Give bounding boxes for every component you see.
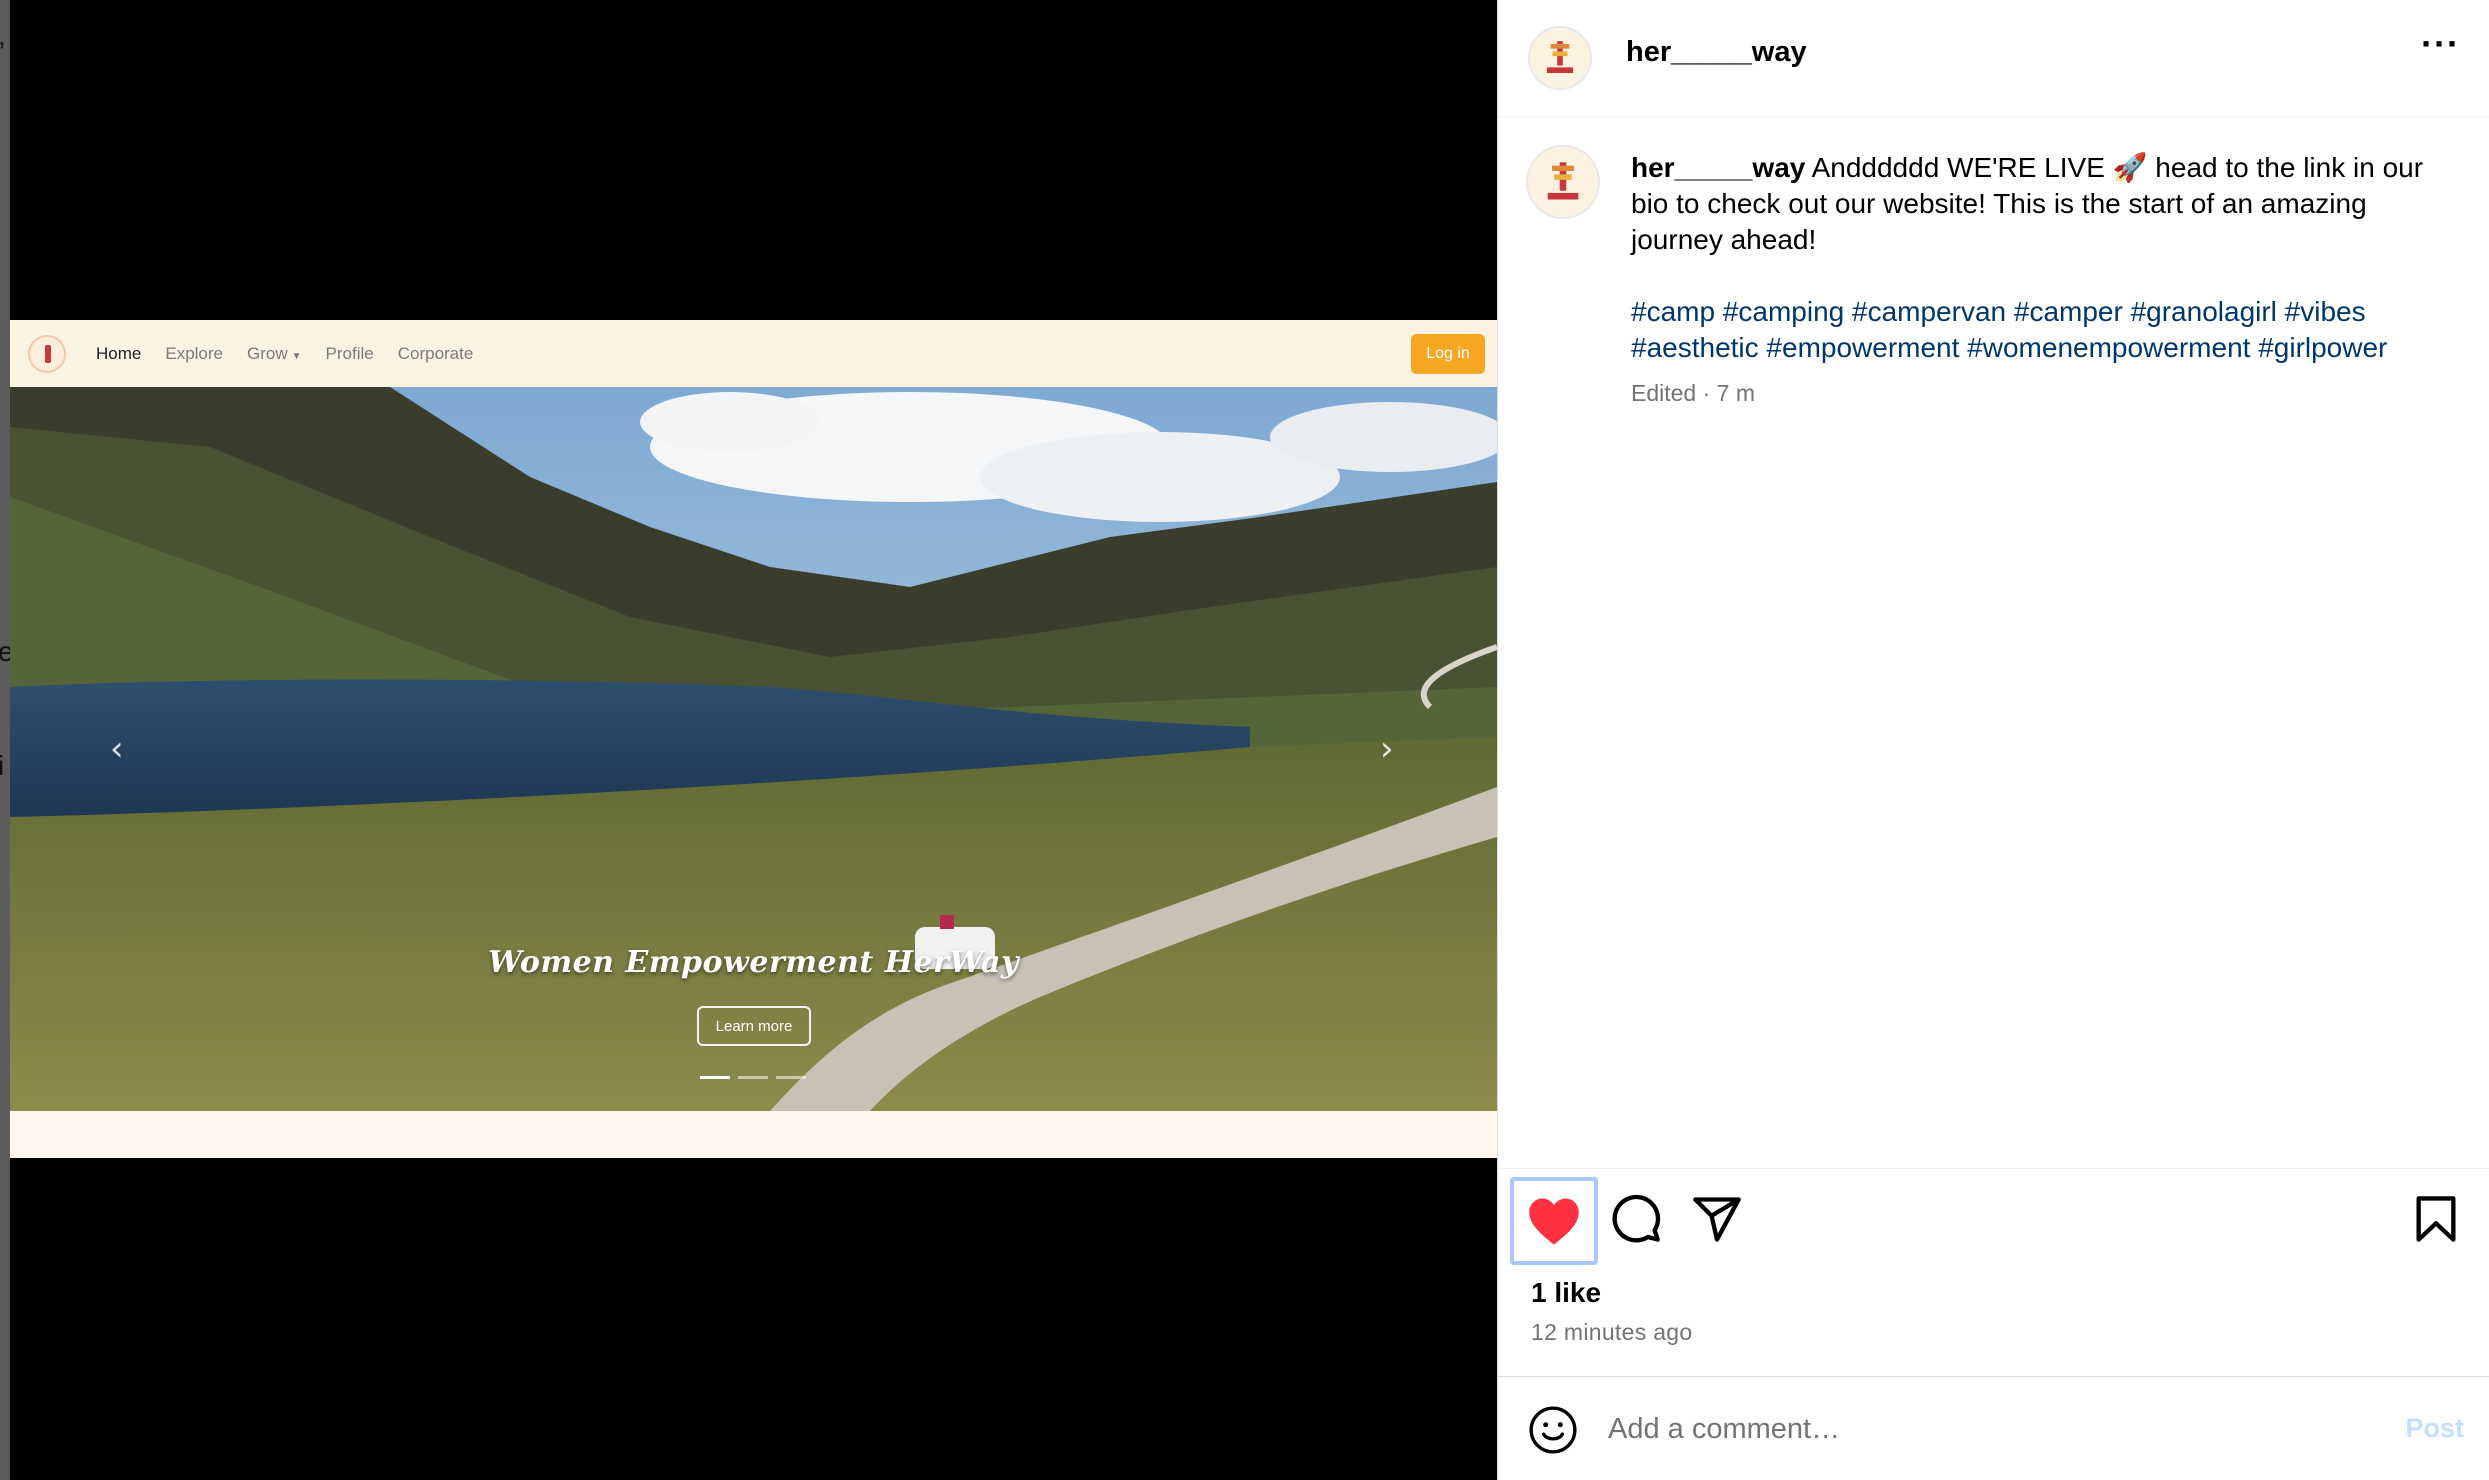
website-login-button: Log in bbox=[1411, 334, 1485, 374]
comment-icon[interactable] bbox=[1610, 1193, 1662, 1245]
post-username[interactable]: her_____way bbox=[1626, 36, 1807, 69]
nav-link-home: Home bbox=[96, 343, 142, 363]
post-actions: 1 like 12 minutes ago bbox=[1498, 1168, 2489, 1378]
herway-logo-icon bbox=[1531, 29, 1589, 87]
more-horizontal-icon[interactable]: ··· bbox=[2421, 26, 2460, 62]
nav-link-grow-label: Grow bbox=[247, 343, 288, 363]
send-icon[interactable] bbox=[1691, 1193, 1743, 1245]
caption-username[interactable]: her_____way bbox=[1631, 152, 1805, 183]
website-hero: ‹ › Women Empowerment HerWay Learn more bbox=[10, 387, 1497, 1111]
carousel-dot bbox=[738, 1076, 768, 1079]
carousel-prev-icon: ‹ bbox=[110, 729, 124, 769]
heart-filled-icon bbox=[1529, 1198, 1579, 1245]
hero-learn-more-button: Learn more bbox=[697, 1006, 811, 1046]
post-details-panel: her_____way ··· her_____way Andddddd WE'… bbox=[1497, 0, 2489, 1480]
caption-hashtags[interactable]: #camp #camping #campervan #camper #grano… bbox=[1631, 294, 2461, 366]
post-caption: her_____way Andddddd WE'RE LIVE 🚀 head t… bbox=[1631, 150, 2451, 258]
post-comment-button[interactable]: Post bbox=[2405, 1413, 2464, 1444]
post-header: her_____way ··· bbox=[1498, 0, 2489, 117]
website-navbar: Home Explore Grow ▼ Profile Corporate Log… bbox=[10, 320, 1497, 387]
post-media[interactable]: Home Explore Grow ▼ Profile Corporate Log… bbox=[10, 0, 1497, 1480]
landscape-photo bbox=[10, 387, 1497, 1111]
herway-logo bbox=[28, 334, 66, 373]
hero-title: Women Empowerment HerWay bbox=[488, 945, 1019, 980]
caret-down-icon: ▼ bbox=[291, 350, 302, 362]
background-page-edge: , e i bbox=[0, 0, 14, 1480]
bookmark-icon[interactable] bbox=[2410, 1193, 2462, 1245]
avatar[interactable] bbox=[1528, 26, 1592, 90]
carousel-dot bbox=[776, 1076, 806, 1079]
caption-edited-time: Edited · 7 m bbox=[1631, 380, 1755, 406]
herway-logo-icon bbox=[1530, 149, 1596, 215]
like-button[interactable] bbox=[1510, 1177, 1598, 1265]
background-text-fragment: , bbox=[0, 20, 6, 52]
nav-link-corporate: Corporate bbox=[397, 343, 474, 363]
comment-input[interactable] bbox=[1608, 1401, 2368, 1457]
website-screenshot: Home Explore Grow ▼ Profile Corporate Log… bbox=[10, 320, 1497, 1158]
like-count[interactable]: 1 like bbox=[1531, 1277, 1601, 1309]
nav-link-profile: Profile bbox=[325, 343, 374, 363]
carousel-indicators bbox=[700, 1076, 806, 1079]
nav-link-grow: Grow ▼ bbox=[247, 344, 302, 364]
website-nav-links: Home Explore Grow ▼ Profile Corporate bbox=[96, 344, 473, 364]
comment-bar: Post bbox=[1498, 1376, 2489, 1480]
avatar[interactable] bbox=[1526, 145, 1600, 219]
carousel-next-icon: › bbox=[1380, 729, 1394, 769]
carousel-dot bbox=[700, 1076, 730, 1079]
background-text-fragment: i bbox=[0, 750, 5, 781]
post-timestamp[interactable]: 12 minutes ago bbox=[1531, 1319, 1692, 1346]
emoji-icon[interactable] bbox=[1528, 1405, 1578, 1455]
nav-link-explore: Explore bbox=[165, 343, 223, 363]
